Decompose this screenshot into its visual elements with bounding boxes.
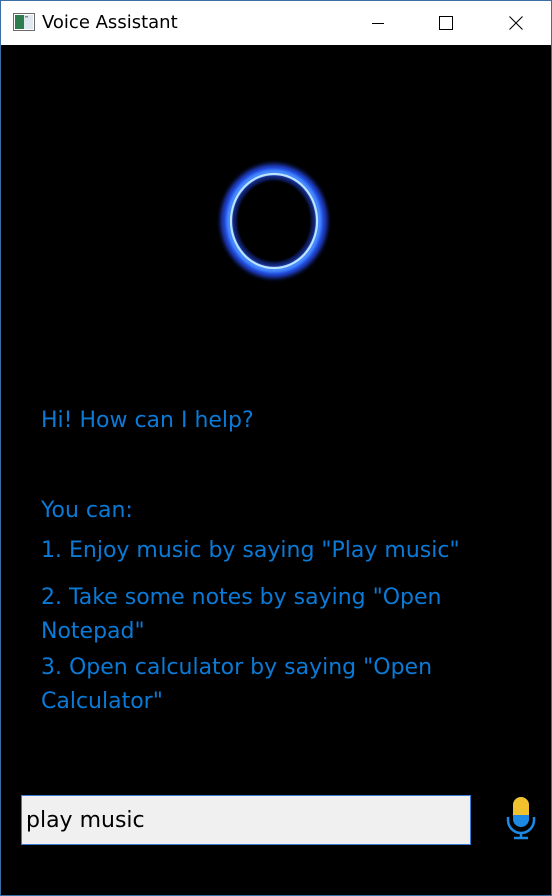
voice-assistant-window: Voice Assistant Hi! How can I help? You … bbox=[0, 0, 552, 896]
command-hint-calculator: 3. Open calculator by saying "Open Calcu… bbox=[41, 655, 433, 714]
command-input[interactable] bbox=[21, 795, 471, 845]
window-title: Voice Assistant bbox=[42, 12, 178, 33]
help-heading: You can: bbox=[41, 498, 133, 523]
minimize-icon bbox=[372, 23, 384, 24]
microphone-button[interactable] bbox=[503, 793, 539, 841]
maximize-icon bbox=[439, 16, 453, 30]
assistant-greeting: Hi! How can I help? bbox=[41, 408, 254, 433]
app-window-icon bbox=[13, 13, 35, 31]
assistant-panel: Hi! How can I help? You can: 1. Enjoy mu… bbox=[1, 45, 551, 895]
command-hint-notepad: 2. Take some notes by saying "Open Notep… bbox=[41, 585, 442, 644]
close-icon bbox=[509, 16, 523, 30]
command-hint-music: 1. Enjoy music by saying "Play music" bbox=[41, 538, 460, 563]
assistant-orb-icon bbox=[216, 160, 332, 282]
microphone-icon bbox=[506, 797, 536, 840]
maximize-button[interactable] bbox=[423, 1, 469, 45]
title-bar[interactable]: Voice Assistant bbox=[1, 1, 551, 45]
minimize-button[interactable] bbox=[355, 1, 401, 45]
close-button[interactable] bbox=[493, 1, 539, 45]
